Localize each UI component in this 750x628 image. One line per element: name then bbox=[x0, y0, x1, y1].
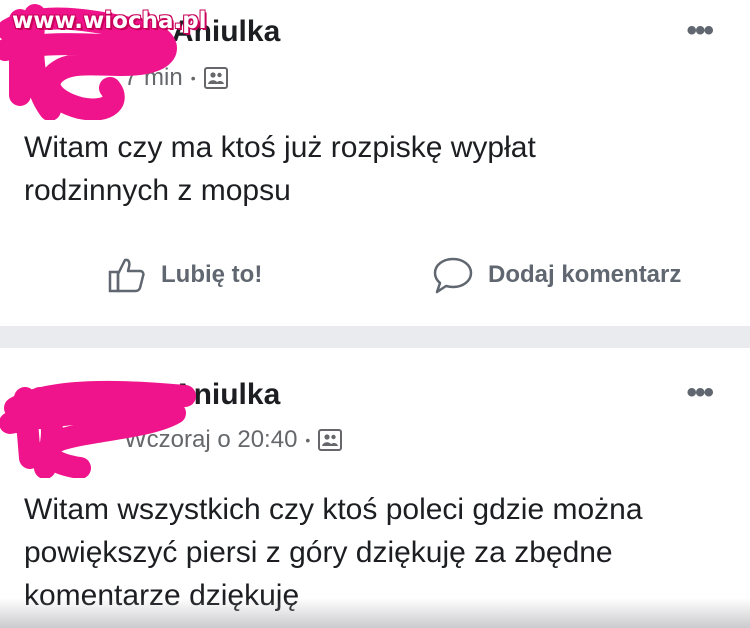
site-watermark: www.wiocha.pl bbox=[12, 8, 207, 34]
bottom-fade bbox=[0, 598, 750, 628]
more-options-icon[interactable]: ••• bbox=[686, 376, 713, 410]
censor-scribble bbox=[0, 380, 196, 478]
post-card: a Aniulka 7 min • ••• Witam czy ma ktoś … bbox=[0, 0, 750, 326]
group-audience-icon bbox=[318, 429, 343, 451]
comment-bubble-icon bbox=[433, 257, 473, 294]
comment-label: Dodaj komentarz bbox=[488, 261, 682, 288]
meta-separator: • bbox=[305, 432, 311, 448]
comment-button[interactable]: Dodaj komentarz bbox=[432, 255, 681, 295]
thumbs-up-icon bbox=[108, 258, 145, 293]
like-label: Lubię to! bbox=[161, 261, 263, 288]
post-body: Witam czy ma ktoś już rozpiskę wypłat ro… bbox=[24, 131, 536, 207]
more-options-icon[interactable]: ••• bbox=[686, 14, 713, 48]
group-audience-icon bbox=[203, 67, 228, 89]
post-card: a Aniulka Wczoraj o 20:40 • ••• Witam ws… bbox=[0, 348, 750, 628]
like-button[interactable]: Lubię to! bbox=[107, 255, 262, 295]
meta-separator: • bbox=[190, 70, 196, 86]
feed-separator bbox=[0, 326, 750, 348]
